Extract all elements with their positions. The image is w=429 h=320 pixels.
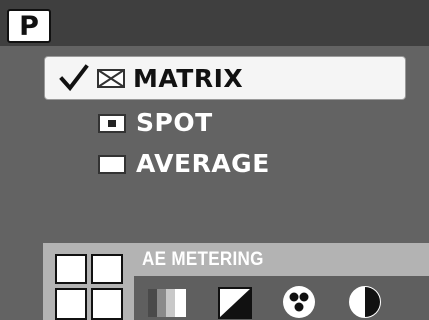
average-metering-icon — [98, 154, 126, 174]
menu-item-spot[interactable]: SPOT — [98, 99, 213, 145]
menu-item-label: AVERAGE — [136, 148, 270, 178]
spot-metering-icon — [98, 113, 126, 133]
function-title-strip: AE METERING — [134, 243, 429, 276]
ae-metering-icon[interactable] — [55, 254, 123, 320]
function-title: AE METERING — [142, 249, 264, 270]
exposure-compensation-icon[interactable] — [218, 287, 252, 319]
menu-item-label: SPOT — [136, 107, 213, 137]
color-mode-icon[interactable] — [282, 285, 316, 319]
camera-menu-screen: P MATRIX SPOT AVERAGE AE METERING — [0, 0, 429, 320]
check-icon — [59, 64, 89, 92]
menu-item-matrix[interactable]: MATRIX — [44, 56, 406, 100]
matrix-metering-icon — [97, 69, 125, 88]
white-balance-icon[interactable] — [148, 289, 186, 317]
menu-item-average[interactable]: AVERAGE — [98, 140, 270, 186]
shooting-mode-badge: P — [7, 9, 51, 43]
top-bar: P — [0, 0, 429, 46]
contrast-icon[interactable] — [348, 285, 382, 319]
menu-item-label: MATRIX — [133, 64, 244, 93]
